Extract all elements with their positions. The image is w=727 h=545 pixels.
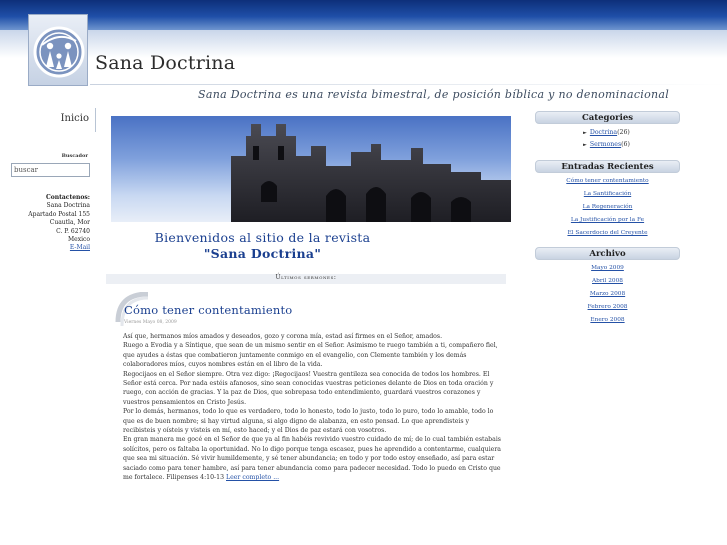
welcome-line-2: "Sana Doctrina"	[203, 246, 322, 261]
title-divider	[90, 84, 727, 85]
contact-line: C. P. 62740	[56, 227, 90, 235]
recent-post-link[interactable]: La Justificación por la Fe	[535, 214, 680, 227]
archive-link[interactable]: Abril 2008	[535, 275, 680, 288]
category-link-sermones[interactable]: Sermones	[590, 141, 621, 148]
post-paragraph-text: En gran manera me gocé en el Señor de qu…	[123, 436, 501, 482]
arrow-right-icon: ►	[583, 130, 587, 136]
top-banner	[0, 0, 727, 30]
hero-cathedral-image	[111, 116, 511, 222]
contact-line: Sana Doctrina	[46, 202, 90, 210]
post-paragraph: Por lo demás, hermanos, todo lo que es v…	[123, 408, 494, 435]
categories-widget: Categories ► Doctrina(26) ► Sermones(6)	[535, 111, 680, 151]
site-tagline: Sana Doctrina es una revista bimestral, …	[198, 88, 670, 101]
post-title-link[interactable]: Cómo tener contentamiento	[124, 303, 292, 317]
post-paragraph: Regocijaos en el Señor siempre. Otra vez…	[123, 370, 494, 406]
category-item: ► Doctrina(26)	[535, 127, 680, 139]
email-link[interactable]: E-Mail	[70, 244, 90, 251]
contact-block: Contactenos: Sana Doctrina Apartado Post…	[8, 194, 90, 253]
latest-sermons-header: Últimos sermones:	[106, 274, 506, 284]
archive-link[interactable]: Enero 2008	[535, 314, 680, 327]
post-paragraph: Así que, hermanos míos amados y deseados…	[123, 333, 443, 340]
archive-list: Mayo 2009 Abril 2008 Marzo 2008 Febrero …	[535, 262, 680, 327]
post-body: Así que, hermanos míos amados y deseados…	[123, 332, 501, 483]
categories-title: Categories	[535, 111, 680, 124]
read-more-link[interactable]: Leer completo ...	[226, 474, 279, 481]
post-date: Viernes Mayo 08, 2009	[124, 320, 177, 325]
site-logo[interactable]	[28, 14, 88, 86]
archive-link[interactable]: Marzo 2008	[535, 288, 680, 301]
archive-title: Archivo	[535, 247, 680, 260]
family-logo-icon	[33, 26, 85, 78]
contact-line: Mexico	[68, 236, 90, 244]
recent-post-link[interactable]: El Sacerdocio del Creyente	[535, 227, 680, 240]
archive-widget: Archivo Mayo 2009 Abril 2008 Marzo 2008 …	[535, 247, 680, 327]
recent-posts-title: Entradas Recientes	[535, 160, 680, 173]
recent-post-link[interactable]: La Regeneración	[535, 201, 680, 214]
contact-title: Contactenos:	[46, 194, 90, 201]
search-input[interactable]	[11, 163, 90, 177]
category-count: (6)	[621, 141, 630, 148]
nav-divider	[95, 108, 96, 132]
arrow-right-icon: ►	[583, 142, 587, 148]
post-paragraph-last: En gran manera me gocé en el Señor de qu…	[123, 435, 501, 482]
contact-line: Apartado Postal 155	[28, 210, 90, 218]
site-title: Sana Doctrina	[95, 52, 236, 74]
recent-post-link[interactable]: Cómo tener contentamiento	[535, 175, 680, 188]
contact-line: Cuautla, Mor	[49, 219, 90, 227]
categories-list: ► Doctrina(26) ► Sermones(6)	[535, 127, 680, 151]
archive-link[interactable]: Mayo 2009	[535, 262, 680, 275]
archive-link[interactable]: Febrero 2008	[535, 301, 680, 314]
recent-post-link[interactable]: La Santificación	[535, 188, 680, 201]
category-count: (26)	[617, 129, 630, 136]
welcome-line-1: Bienvenidos al sitio de la revista	[154, 230, 371, 245]
recent-posts-widget: Entradas Recientes Cómo tener contentami…	[535, 160, 680, 240]
post-paragraph: Ruego a Evodia y a Síntique, que sean de…	[123, 342, 498, 369]
category-item: ► Sermones(6)	[535, 139, 680, 151]
category-link-doctrina[interactable]: Doctrina	[590, 129, 617, 136]
nav-inicio-link[interactable]: Inicio	[61, 113, 89, 124]
search-label: Buscador	[61, 153, 88, 159]
welcome-heading: Bienvenidos al sitio de la revista "Sana…	[110, 230, 415, 262]
recent-posts-list: Cómo tener contentamiento La Santificaci…	[535, 175, 680, 240]
